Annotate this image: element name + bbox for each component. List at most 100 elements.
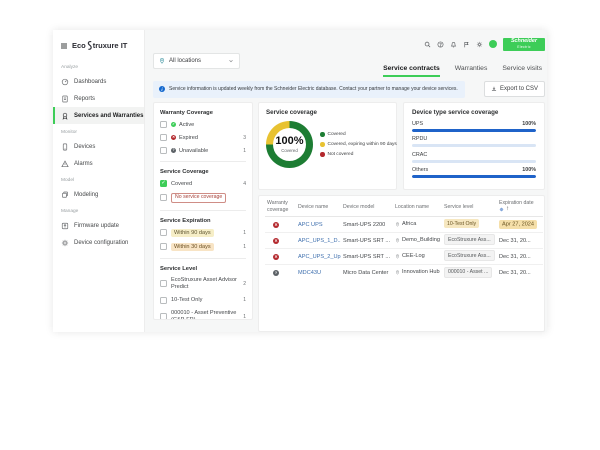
filter-option-asset-advisor-predict[interactable]: EcoStruxure Asset Advisor Predict 2 — [160, 277, 246, 291]
download-icon — [491, 86, 497, 92]
filter-option-no-service-coverage[interactable]: No service coverage — [160, 193, 246, 203]
export-to-csv-button[interactable]: Export to CSV — [484, 81, 545, 97]
checkbox-within-90-days[interactable] — [160, 229, 167, 236]
sidebar-item-services-and-warranties[interactable]: Services and Warranties — [53, 107, 144, 124]
sidebar-item-modeling[interactable]: Modeling — [53, 186, 144, 203]
device-name-link[interactable]: MDC43U — [298, 270, 321, 276]
help-icon[interactable] — [437, 41, 444, 48]
filter-section-warranty-coverage: Warranty Coverage — [160, 110, 246, 116]
info-banner-text: Service information is updated weekly fr… — [169, 86, 458, 92]
table-row[interactable]: ? MDC43U Micro Data Center Innovation Hu… — [265, 265, 543, 281]
device-name-link[interactable]: APC UPS — [298, 222, 323, 228]
bar-row-others: Others100% — [412, 167, 536, 178]
divider — [160, 210, 246, 211]
main-content: Schneider Electric All locations Service… — [145, 30, 547, 332]
nav-section-manage: Manage — [53, 203, 144, 217]
checkbox-asset-preventive[interactable] — [160, 313, 167, 320]
sidebar-item-devices[interactable]: Devices — [53, 138, 144, 155]
devices-icon — [61, 143, 69, 151]
devices-table: Warranty coverage Device name Device mod… — [265, 197, 543, 281]
bar-row-rpdu: RPDU — [412, 136, 536, 147]
modeling-icon — [61, 191, 69, 199]
column-settings-gear-icon[interactable] — [499, 207, 504, 212]
sidebar-item-dashboards[interactable]: Dashboards — [53, 73, 144, 90]
legend-not-covered: Not covered — [320, 152, 389, 157]
nav-section-monitor: Monitor — [53, 124, 144, 138]
table-row[interactable]: ✕ APC UPS Smart-UPS 2200 Africa 10-Test … — [265, 217, 543, 233]
checkbox-covered[interactable]: ✓ — [160, 180, 167, 187]
tab-service-contracts[interactable]: Service contracts — [383, 65, 440, 77]
tabs: Service contracts Warranties Service vis… — [383, 65, 545, 77]
filter-option-unavailable[interactable]: ?Unavailable 1 — [160, 147, 246, 154]
filter-option-active[interactable]: ✓Active — [160, 121, 246, 128]
warranty-expired-icon: ✕ — [273, 254, 279, 260]
th-expiration-date[interactable]: Expiration date ↑ — [497, 197, 543, 217]
device-type-coverage-card: Device type service coverage UPS100% RPD… — [403, 102, 545, 190]
checkbox-within-30-days[interactable] — [160, 243, 167, 250]
checkbox-active[interactable] — [160, 121, 167, 128]
services-warranties-icon — [61, 112, 69, 120]
checkbox-expired[interactable] — [160, 134, 167, 141]
right-column: Service coverage 100% Covered — [258, 102, 545, 332]
filter-option-10-test-only[interactable]: 10-Test Only 1 — [160, 297, 246, 304]
filter-option-asset-preventive[interactable]: 000010 - Asset Preventive (C&P-FR) 1 — [160, 310, 246, 320]
tab-warranties[interactable]: Warranties — [455, 65, 488, 77]
location-pin-icon — [159, 58, 165, 64]
ecostruxure-logo: Ecotruxure IT — [72, 40, 127, 51]
sidebar-item-alarms[interactable]: Alarms — [53, 155, 144, 172]
filter-section-service-level: Service Level — [160, 266, 246, 272]
device-configuration-icon — [61, 239, 69, 247]
topbar: Schneider Electric — [153, 30, 545, 53]
filter-option-within-90-days[interactable]: Within 90 days 1 — [160, 229, 246, 237]
nav-section-analyze: Analyze — [53, 59, 144, 73]
app-window: Ecotruxure IT Analyze Dashboards Reports… — [53, 30, 547, 332]
coverage-legend: Covered Covered, expiring within 90 days… — [320, 132, 389, 157]
filter-section-service-coverage: Service Coverage — [160, 169, 246, 175]
device-name-link[interactable]: APC_UPS_1_D... — [298, 238, 341, 244]
expired-status-icon: ✕ — [171, 135, 176, 140]
chevron-down-icon — [228, 58, 234, 64]
service-coverage-title: Service coverage — [266, 109, 389, 116]
logo-row: Ecotruxure IT — [53, 37, 144, 59]
th-device-name[interactable]: Device name — [296, 197, 341, 217]
th-device-model[interactable]: Device model — [341, 197, 393, 217]
expiration-date-highlight: Apr 27, 2024 — [499, 220, 537, 229]
filter-option-expired[interactable]: ✕Expired 3 — [160, 134, 246, 141]
sidebar-item-device-configuration[interactable]: Device configuration — [53, 234, 144, 251]
dashboards-icon — [61, 78, 69, 86]
legend-covered: Covered — [320, 132, 389, 137]
tab-service-visits[interactable]: Service visits — [502, 65, 542, 77]
checkbox-unavailable[interactable] — [160, 147, 167, 154]
service-coverage-card: Service coverage 100% Covered — [258, 102, 397, 190]
table-row[interactable]: ✕ APC_UPS_1_D... Smart-UPS SRT ... Demo_… — [265, 233, 543, 249]
feedback-flag-icon[interactable] — [463, 41, 470, 48]
th-warranty-coverage[interactable]: Warranty coverage — [265, 197, 296, 217]
checkbox-asset-advisor-predict[interactable] — [160, 280, 167, 287]
hamburger-menu-icon[interactable] — [60, 42, 68, 50]
filter-option-within-30-days[interactable]: Within 30 days 1 — [160, 243, 246, 251]
sidebar-item-reports[interactable]: Reports — [53, 90, 144, 107]
location-pin-icon — [395, 254, 400, 259]
th-location-name[interactable]: Location name — [393, 197, 442, 217]
settings-gear-icon[interactable] — [476, 41, 483, 48]
filter-option-covered[interactable]: ✓ Covered 4 — [160, 180, 246, 187]
service-level-tag: 000010 - Asset ... — [444, 267, 492, 278]
table-row[interactable]: ✕ APC_UPS_2_Up Smart-UPS SRT ... CEE-Log… — [265, 249, 543, 265]
sidebar-item-firmware-update[interactable]: Firmware update — [53, 217, 144, 234]
notifications-bell-icon[interactable] — [450, 41, 457, 48]
sort-ascending-icon[interactable]: ↑ — [506, 206, 509, 213]
checkbox-no-service-coverage[interactable] — [160, 194, 167, 201]
device-name-link[interactable]: APC_UPS_2_Up — [298, 254, 341, 260]
devices-table-card: Warranty coverage Device name Device mod… — [258, 195, 545, 332]
th-service-level[interactable]: Service level — [442, 197, 497, 217]
location-filter-select[interactable]: All locations — [153, 53, 240, 69]
schneider-electric-logo[interactable]: Schneider Electric — [503, 38, 545, 51]
legend-covered-expiring: Covered, expiring within 90 days — [320, 142, 389, 147]
checkbox-10-test-only[interactable] — [160, 297, 167, 304]
warranty-expired-icon: ✕ — [273, 222, 279, 228]
bar-row-crac: CRAC — [412, 152, 536, 163]
reports-icon — [61, 95, 69, 103]
search-icon[interactable] — [424, 41, 431, 48]
user-avatar[interactable] — [489, 40, 497, 48]
active-status-icon: ✓ — [171, 122, 176, 127]
